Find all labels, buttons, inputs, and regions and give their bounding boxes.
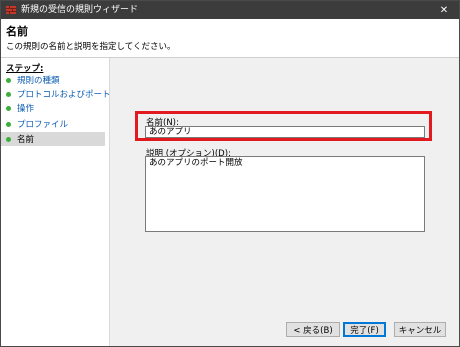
step-action[interactable]: 操作 <box>1 101 105 115</box>
title-bar: 新規の受信の規則ウィザード ✕ <box>1 1 459 19</box>
step-bullet-icon <box>6 77 11 83</box>
step-name[interactable]: 名前 <box>1 132 105 146</box>
step-label: 名前 <box>17 135 35 145</box>
firewall-app-icon <box>6 6 16 14</box>
step-protocol-ports[interactable]: プロトコルおよびポート <box>1 87 111 101</box>
page-description: この規則の名前と説明を指定してください。 <box>6 42 176 52</box>
cancel-button[interactable]: キャンセル <box>394 322 446 337</box>
step-profile[interactable]: プロファイル <box>1 117 105 131</box>
step-bullet-icon <box>6 136 11 142</box>
back-button[interactable]: < 戻る(B) <box>286 322 340 337</box>
step-bullet-icon <box>6 91 11 97</box>
steps-sidebar: ステップ: 規則の種類 プロトコルおよびポート 操作 プロファイル 名前 <box>1 58 111 346</box>
step-bullet-icon <box>6 121 11 127</box>
page-title: 名前 <box>6 25 28 38</box>
close-button[interactable]: ✕ <box>429 1 459 19</box>
step-bullet-icon <box>6 105 11 111</box>
step-label: プロトコルおよびポート <box>17 90 111 100</box>
window-title: 新規の受信の規則ウィザード <box>21 5 139 15</box>
step-label: プロファイル <box>17 120 69 130</box>
wizard-window: 新規の受信の規則ウィザード ✕ 名前 この規則の名前と説明を指定してください。 … <box>0 0 460 347</box>
description-input[interactable]: あのアプリのポート開放 <box>145 156 425 232</box>
step-rule-type[interactable]: 規則の種類 <box>1 73 105 87</box>
page-header: 名前 この規則の名前と説明を指定してください。 <box>1 19 459 58</box>
step-label: 規則の種類 <box>17 76 60 86</box>
step-label: 操作 <box>17 104 35 114</box>
name-input[interactable]: あのアプリ <box>145 126 425 138</box>
finish-button[interactable]: 完了(F) <box>343 322 386 337</box>
close-icon: ✕ <box>439 4 449 16</box>
